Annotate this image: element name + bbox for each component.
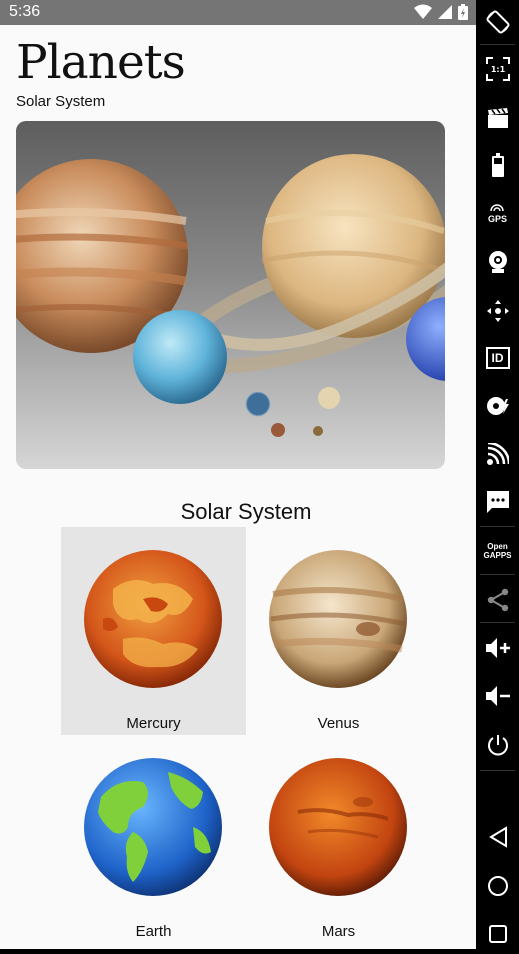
screencast-icon[interactable] <box>476 98 519 138</box>
emulator-toolbar: 1:1 GPS ID Open GAPPS <box>476 0 519 954</box>
wifi-icon <box>414 4 432 20</box>
move-icon[interactable] <box>476 291 519 331</box>
home-icon[interactable] <box>476 866 519 906</box>
solar-system-hero-image <box>16 121 445 469</box>
planet-label: Mercury <box>126 715 181 732</box>
cast-icon[interactable] <box>476 434 519 474</box>
mars-image <box>269 758 407 896</box>
planet-item-venus[interactable]: Venus <box>246 527 431 735</box>
page-subtitle: Solar System <box>16 93 106 110</box>
volume-up-icon[interactable] <box>476 628 519 668</box>
back-icon[interactable] <box>476 817 519 857</box>
planet-label: Mars <box>321 923 356 940</box>
scale-label: 1:1 <box>490 65 505 74</box>
opengapps-icon[interactable]: Open GAPPS <box>476 531 519 571</box>
status-time: 5:36 <box>9 3 41 20</box>
bottom-edge <box>0 949 476 954</box>
mercury-image <box>84 550 222 688</box>
recents-icon[interactable] <box>476 914 519 954</box>
id-icon[interactable]: ID <box>476 338 519 378</box>
battery-icon[interactable] <box>476 145 519 185</box>
rotate-icon[interactable] <box>476 2 519 42</box>
webcam-icon[interactable] <box>476 242 519 282</box>
planet-item-earth[interactable]: Earth <box>61 735 246 943</box>
power-icon[interactable] <box>476 725 519 765</box>
share-icon[interactable] <box>476 580 519 620</box>
gps-icon[interactable]: GPS <box>476 193 519 233</box>
planet-label: Venus <box>317 715 360 732</box>
venus-image <box>269 550 407 688</box>
gps-label: GPS <box>487 213 507 224</box>
id-label: ID <box>491 351 504 365</box>
planet-label: Earth <box>135 923 172 940</box>
app-content: Planets Solar System Solar System Mercur… <box>0 25 476 949</box>
fullscreen-icon[interactable]: 1:1 <box>476 49 519 89</box>
planet-item-mercury[interactable]: Mercury <box>61 527 246 735</box>
earth-image <box>84 758 222 896</box>
sms-icon[interactable] <box>476 482 519 522</box>
status-bar: 5:36 <box>0 0 476 25</box>
battery-icon <box>458 4 468 20</box>
page-title: Planets <box>16 35 186 90</box>
planet-item-mars[interactable]: Mars <box>246 735 431 943</box>
volume-down-icon[interactable] <box>476 676 519 716</box>
opengapps-label: Open GAPPS <box>483 542 512 560</box>
disk-icon[interactable] <box>476 386 519 426</box>
signal-icon <box>437 4 453 20</box>
section-title: Solar System <box>180 499 312 524</box>
